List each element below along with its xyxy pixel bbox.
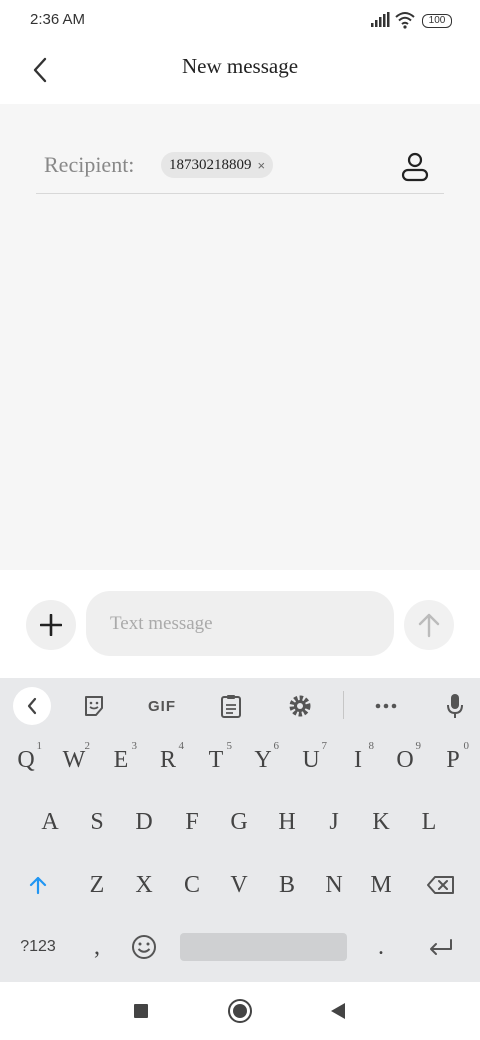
period-key[interactable]: . [359, 921, 403, 973]
key-a[interactable]: A [28, 796, 72, 848]
battery-level: 100 [428, 15, 446, 26]
key-g[interactable]: G [217, 796, 261, 848]
microphone-icon [447, 694, 463, 718]
smiley-icon [132, 935, 156, 959]
toolbar-divider [343, 691, 344, 719]
key-z[interactable]: Z [75, 859, 119, 911]
gear-icon [289, 695, 311, 717]
system-back-button[interactable] [324, 997, 352, 1025]
chevron-left-icon [27, 697, 37, 715]
backspace-icon [427, 876, 454, 894]
status-bar: 2:36 AM 100 [0, 0, 480, 40]
key-d[interactable]: D [122, 796, 166, 848]
key-l[interactable]: L [407, 796, 451, 848]
plus-icon [40, 614, 62, 636]
cellular-signal-icon [371, 12, 390, 27]
gif-button[interactable]: GIF [144, 688, 180, 724]
key-b[interactable]: B [265, 859, 309, 911]
shift-key[interactable] [16, 859, 60, 911]
page-title: New message [181, 54, 299, 78]
key-c[interactable]: C [170, 859, 214, 911]
square-icon [134, 1004, 148, 1018]
remove-recipient-icon[interactable]: × [258, 158, 266, 173]
space-bar[interactable] [180, 933, 347, 961]
key-h[interactable]: H [265, 796, 309, 848]
system-navigation-bar [0, 982, 480, 1040]
settings-button[interactable] [282, 688, 318, 724]
sticker-button[interactable] [76, 688, 112, 724]
recipient-row[interactable]: Recipient: 18730218809 × [36, 140, 444, 194]
arrow-up-icon [418, 613, 440, 638]
symbols-key[interactable]: ?123 [10, 921, 66, 973]
keyboard-toolbar: GIF [0, 678, 480, 732]
comma-key[interactable]: , [75, 921, 119, 973]
key-n[interactable]: N [312, 859, 356, 911]
key-p[interactable]: P0 [431, 734, 475, 786]
emoji-key[interactable] [122, 921, 166, 973]
key-t[interactable]: T5 [194, 734, 238, 786]
key-e[interactable]: E3 [99, 734, 143, 786]
message-text-field[interactable] [86, 591, 394, 656]
key-o[interactable]: O9 [383, 734, 427, 786]
attach-button[interactable] [26, 600, 76, 650]
key-m[interactable]: M [359, 859, 403, 911]
key-s[interactable]: S [75, 796, 119, 848]
recipient-chip[interactable]: 18730218809 × [161, 152, 274, 178]
status-time: 2:36 AM [30, 11, 86, 28]
keyboard-collapse-button[interactable] [13, 687, 51, 725]
more-options-button[interactable] [368, 688, 404, 724]
enter-key[interactable] [419, 921, 463, 973]
app-header: New message [0, 40, 480, 104]
more-horizontal-icon [375, 703, 397, 709]
key-y[interactable]: Y6 [241, 734, 285, 786]
key-i[interactable]: I8 [336, 734, 380, 786]
clipboard-button[interactable] [213, 688, 249, 724]
enter-arrow-icon [430, 939, 452, 955]
key-w[interactable]: W2 [52, 734, 96, 786]
message-input-bar [0, 570, 480, 678]
backspace-key[interactable] [419, 859, 463, 911]
home-button[interactable] [226, 997, 254, 1025]
key-q[interactable]: Q1 [4, 734, 48, 786]
key-u[interactable]: U7 [289, 734, 333, 786]
key-f[interactable]: F [170, 796, 214, 848]
recipient-chip-number: 18730218809 [169, 156, 252, 173]
key-j[interactable]: J [312, 796, 356, 848]
key-v[interactable]: V [217, 859, 261, 911]
key-k[interactable]: K [359, 796, 403, 848]
wifi-icon [395, 12, 415, 29]
battery-icon: 100 [422, 14, 452, 28]
compose-area[interactable]: Recipient: 18730218809 × [0, 104, 480, 570]
clipboard-icon [221, 695, 241, 718]
shift-arrow-icon [29, 876, 47, 895]
voice-input-button[interactable] [437, 688, 473, 724]
triangle-back-icon [331, 1003, 345, 1019]
contact-person-icon[interactable] [400, 152, 430, 182]
key-r[interactable]: R4 [146, 734, 190, 786]
send-button[interactable] [404, 600, 454, 650]
recent-apps-button[interactable] [127, 997, 155, 1025]
sticker-icon [85, 696, 103, 716]
key-x[interactable]: X [122, 859, 166, 911]
recipient-label: Recipient: [44, 152, 135, 177]
keyboard: GIF Q 1 W 2 E 3 R 4 T 5 Y 6 U 7 I 8 O 9 … [0, 678, 480, 982]
home-circle-icon [228, 999, 252, 1023]
